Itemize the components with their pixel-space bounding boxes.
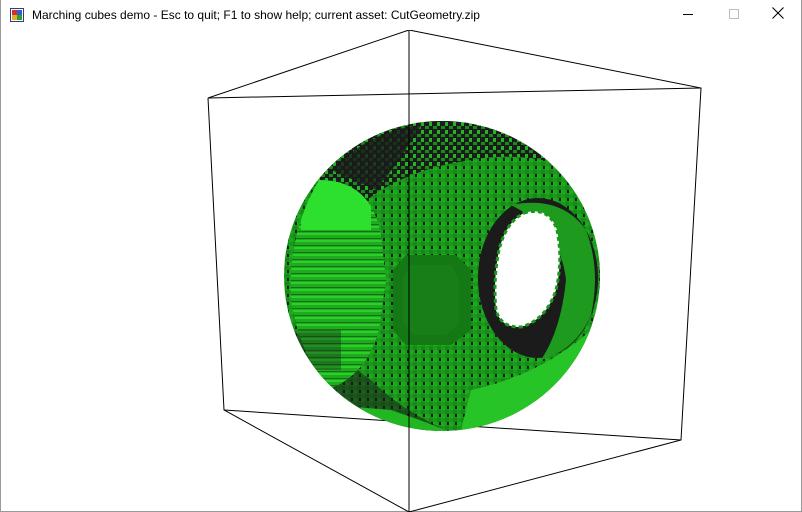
- render-viewport[interactable]: [1, 30, 801, 512]
- close-icon: [772, 6, 784, 24]
- voxel-sphere-mesh: [284, 121, 600, 431]
- maximize-icon: [729, 6, 739, 24]
- app-icon: [10, 8, 24, 22]
- scene-svg: [207, 30, 702, 512]
- minimize-button[interactable]: [665, 0, 711, 30]
- app-window: Marching cubes demo - Esc to quit; F1 to…: [0, 0, 802, 512]
- window-title: Marching cubes demo - Esc to quit; F1 to…: [32, 8, 480, 22]
- minimize-icon: [683, 6, 693, 24]
- title-bar[interactable]: Marching cubes demo - Esc to quit; F1 to…: [1, 0, 801, 30]
- close-button[interactable]: [755, 0, 801, 30]
- maximize-button[interactable]: [711, 0, 757, 30]
